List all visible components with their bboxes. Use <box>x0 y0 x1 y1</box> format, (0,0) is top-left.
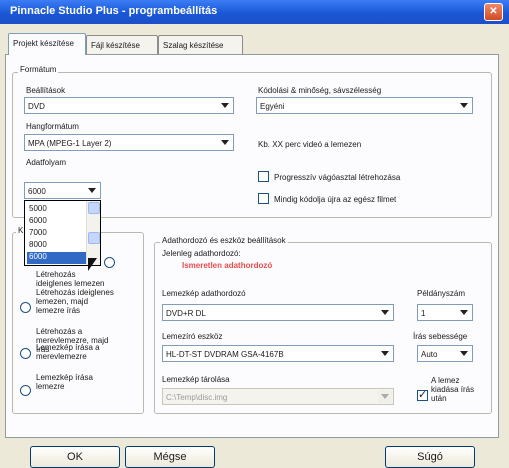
chevron-down-icon[interactable] <box>457 306 471 319</box>
tab-label: Szalag készítése <box>163 41 224 50</box>
image-select: C:\Temp\disc.img <box>162 388 394 405</box>
help-button[interactable]: Súgó <box>385 446 475 468</box>
format-legend: Formátum <box>18 65 59 74</box>
audio-label: Hangformátum <box>26 122 79 131</box>
tab-tape[interactable]: Szalag készítése <box>158 35 243 54</box>
always-reencode-label: Mindig kódolja újra az egész filmet <box>274 195 397 204</box>
preset-label: Beállítások <box>26 86 66 95</box>
tab-file[interactable]: Fájl készítése <box>86 35 158 54</box>
title-bar: Pinnacle Studio Plus - programbeállítás … <box>0 0 509 24</box>
image-label: Lemezkép tárolása <box>162 375 230 384</box>
bitrate-label: Adatfolyam <box>26 158 67 167</box>
radio-option-4-label: Lemezkép írása a merevlemezre <box>36 343 100 361</box>
dropdown-item[interactable]: 5000 <box>27 204 87 216</box>
copies-label: Példányszám <box>417 289 466 298</box>
speed-label: Írás sebessége <box>413 332 468 341</box>
eject-label: A lemez kiadása írás után <box>431 376 475 403</box>
radio-option-5-label: Lemezkép írása lemezre <box>36 373 93 391</box>
eject-checkbox[interactable] <box>417 388 428 401</box>
copies-value: 1 <box>421 309 426 318</box>
device-label: Lemezíró eszköz <box>162 332 223 341</box>
chevron-down-icon <box>378 390 392 403</box>
video-note: Kb. XX perc videó a lemezen <box>258 140 362 149</box>
radio-option-2[interactable] <box>20 302 31 313</box>
window-title: Pinnacle Studio Plus - programbeállítás <box>10 5 218 17</box>
mouse-cursor-icon <box>88 258 97 271</box>
copies-select[interactable]: 1 <box>417 304 473 321</box>
speed-value: Auto <box>421 350 438 359</box>
quality-label: Kódolási & minőség, sávszélesség <box>258 86 382 95</box>
device-select[interactable]: HL-DT-ST DVDRAM GSA-4167B <box>162 345 394 362</box>
speed-select[interactable]: Auto <box>417 345 473 362</box>
tab-label: Projekt készítése <box>13 39 74 48</box>
bitrate-value: 6000 <box>28 187 46 196</box>
radio-option-3[interactable] <box>20 348 31 359</box>
radio-option-2-label: Létrehozás ideiglenes lemezen, majd leme… <box>36 288 114 315</box>
dropdown-item[interactable]: 6000 <box>27 216 87 228</box>
radio-option-1[interactable] <box>104 257 115 268</box>
close-button[interactable]: ✕ <box>484 3 503 21</box>
radio-option-1-label: Létrehozás ideiglenes lemezen <box>36 270 105 288</box>
current-media-label: Jelenleg adathordozó: <box>162 249 241 258</box>
scroll-up-icon[interactable] <box>88 202 100 214</box>
chevron-down-icon[interactable] <box>85 184 99 197</box>
audio-value: MPA (MPEG-1 Layer 2) <box>28 139 112 148</box>
dropdown-item[interactable]: 7000 <box>27 228 87 240</box>
close-icon: ✕ <box>489 6 498 17</box>
chevron-down-icon[interactable] <box>218 99 232 112</box>
cancel-button[interactable]: Mégse <box>125 446 215 468</box>
dropdown-item-selected[interactable]: 6000 <box>27 252 87 264</box>
dropdown-item[interactable]: 8000 <box>27 240 87 252</box>
media-value: DVD+R DL <box>166 309 206 318</box>
current-media-value: Ismeretlen adathordozó <box>182 261 273 270</box>
media-select[interactable]: DVD+R DL <box>162 304 394 321</box>
preset-select[interactable]: DVD <box>24 97 234 114</box>
chevron-down-icon[interactable] <box>218 136 232 149</box>
dropdown-scrollbar[interactable] <box>86 201 100 265</box>
scroll-thumb[interactable] <box>88 232 100 244</box>
tab-label: Fájl készítése <box>91 41 140 50</box>
image-value: C:\Temp\disc.img <box>166 393 228 402</box>
audio-select[interactable]: MPA (MPEG-1 Layer 2) <box>24 134 234 151</box>
chevron-down-icon[interactable] <box>378 347 392 360</box>
chevron-down-icon[interactable] <box>457 347 471 360</box>
chevron-down-icon[interactable] <box>378 306 392 319</box>
disc-legend: Adathordozó és eszköz beállítások <box>160 236 288 245</box>
progressive-label: Progresszív vágóasztal létrehozása <box>274 173 401 182</box>
quality-select[interactable]: Egyéni <box>256 97 473 114</box>
ok-button[interactable]: OK <box>30 446 120 468</box>
radio-option-5[interactable] <box>20 385 31 396</box>
media-label: Lemezkép adathordozó <box>162 289 246 298</box>
chevron-down-icon[interactable] <box>457 99 471 112</box>
quality-value: Egyéni <box>260 102 285 111</box>
device-value: HL-DT-ST DVDRAM GSA-4167B <box>166 350 284 359</box>
bitrate-dropdown-list[interactable]: 5000 6000 7000 8000 6000 <box>24 200 101 266</box>
preset-value: DVD <box>28 102 45 111</box>
bitrate-select[interactable]: 6000 <box>24 182 101 199</box>
tab-project[interactable]: Projekt készítése <box>8 33 86 55</box>
always-reencode-checkbox[interactable] <box>258 193 269 204</box>
progressive-checkbox[interactable] <box>258 171 269 182</box>
